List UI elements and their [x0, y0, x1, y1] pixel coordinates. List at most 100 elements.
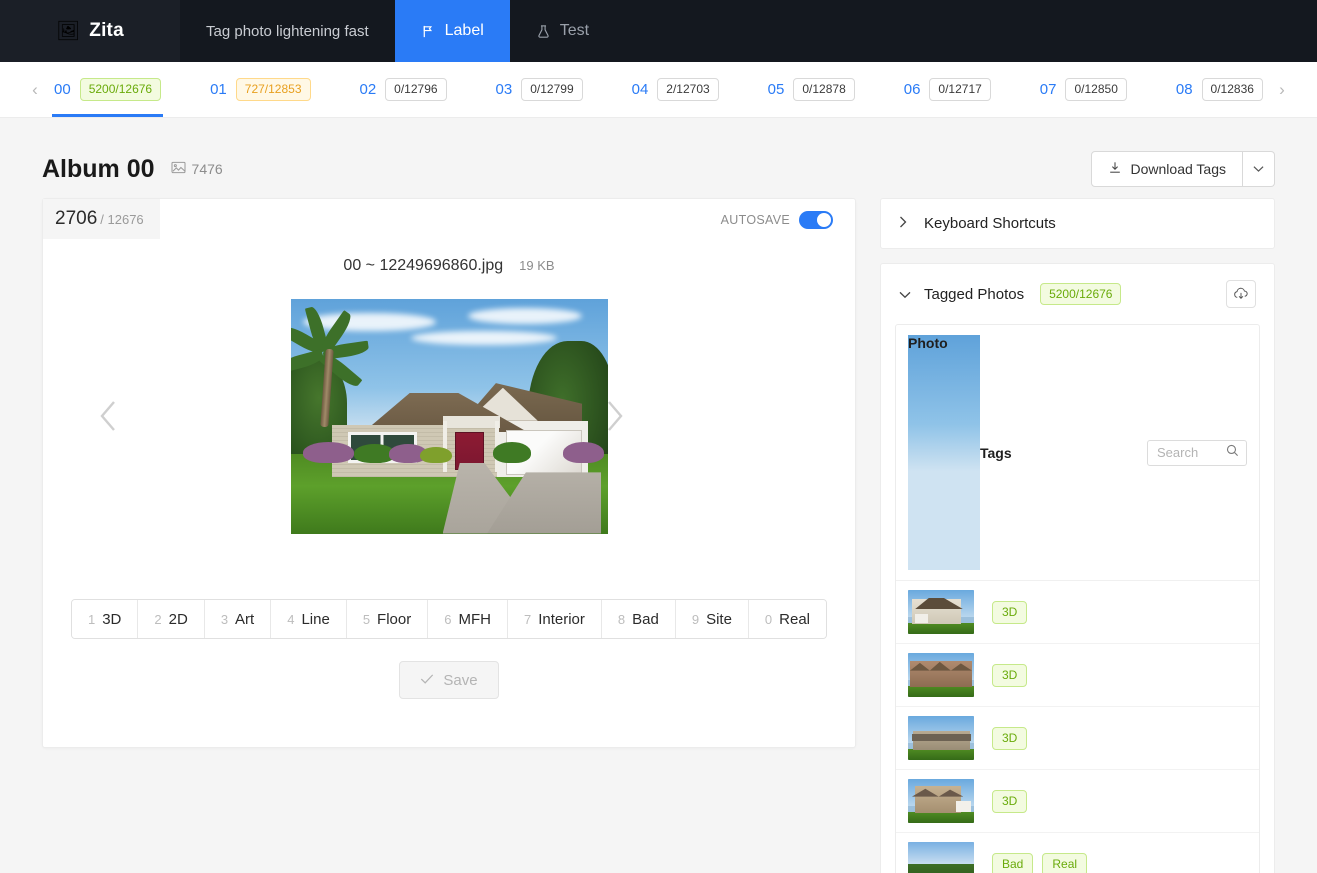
flask-icon — [536, 24, 551, 39]
tag-label: Art — [235, 610, 255, 628]
tab-number: 06 — [903, 81, 921, 98]
table-row[interactable]: 3D — [896, 707, 1259, 770]
keyboard-shortcuts-panel: Keyboard Shortcuts — [880, 198, 1275, 249]
album-header-actions: Download Tags — [1090, 151, 1275, 187]
tag-button-real[interactable]: 0 Real — [748, 600, 827, 638]
tag-button-mfh[interactable]: 6 MFH — [428, 600, 508, 638]
tag-button-line[interactable]: 4 Line — [271, 600, 347, 638]
tab-number: 05 — [767, 81, 785, 98]
chevron-down-icon — [1253, 166, 1264, 172]
tab-count-badge: 0/12717 — [929, 78, 991, 101]
cloud-download-icon[interactable] — [1226, 280, 1256, 308]
house-brick-large-thumb — [908, 653, 974, 697]
nav-item-label[interactable]: Label — [394, 0, 510, 62]
tab-album-04[interactable]: 04 2/12703 — [630, 62, 721, 117]
tag-chip: 3D — [992, 726, 1028, 750]
search-box[interactable] — [1147, 439, 1247, 466]
chevron-right-icon — [607, 401, 623, 431]
file-name: 00 ~ 12249696860.jpg — [343, 257, 504, 274]
tabs-prev-arrow[interactable]: ‹ — [22, 80, 48, 100]
main-content: Album 00 7476 Download Tags 2706 / 12676… — [0, 118, 1317, 873]
search-input[interactable] — [1155, 444, 1220, 461]
nav-item-test[interactable]: Test — [509, 0, 616, 62]
tab-count-badge: 0/12878 — [793, 78, 855, 101]
download-icon — [1108, 161, 1122, 178]
house-gray-gable-thumb — [908, 590, 974, 634]
table-row[interactable]: Bad Real — [896, 833, 1259, 873]
tag-button-site[interactable]: 9 Site — [675, 600, 749, 638]
tab-album-02[interactable]: 02 0/12796 — [357, 62, 448, 117]
save-button-label: Save — [443, 671, 478, 689]
tab-number: 01 — [210, 81, 227, 98]
table-row[interactable]: 3D — [896, 770, 1259, 833]
row-tags: 3D — [974, 789, 1028, 813]
content-columns: 2706 / 12676 AUTOSAVE 00 ~ 12249696860.j… — [22, 198, 1295, 873]
tagged-photos-table: Photo Tags Search 3D 3D 3D 3D Bad Real — [895, 324, 1260, 873]
row-tags: Bad Real — [974, 852, 1088, 873]
tab-number: 08 — [1175, 81, 1193, 98]
tag-button-floor[interactable]: 5 Floor — [346, 600, 429, 638]
tagged-photos-count-badge: 5200/12676 — [1040, 282, 1122, 306]
tabs-next-arrow[interactable]: › — [1269, 80, 1295, 100]
table-header: Photo Tags — [896, 325, 1259, 581]
flag-icon — [421, 24, 436, 39]
tag-button-art[interactable]: 3 Art — [204, 600, 272, 638]
tag-button-2d[interactable]: 2 2D — [138, 600, 205, 638]
tag-key: 7 — [523, 611, 532, 627]
tab-number: 00 — [54, 81, 71, 98]
save-button[interactable]: Save — [399, 661, 499, 699]
previous-photo-arrow[interactable] — [87, 141, 131, 691]
tag-key: 8 — [617, 611, 626, 627]
photo-viewer — [43, 291, 855, 541]
tab-count-badge: 5200/12676 — [79, 78, 162, 101]
tag-key: 4 — [287, 611, 295, 627]
tab-album-01[interactable]: 01 727/12853 — [208, 62, 312, 117]
check-icon — [420, 672, 434, 689]
tag-key: 3 — [220, 611, 229, 627]
empty-lot-field-thumb — [908, 842, 974, 873]
house-ranch-stone-thumb — [908, 716, 974, 760]
brand-name: Zita — [89, 20, 124, 41]
chevron-left-icon — [100, 401, 115, 431]
tab-count-badge: 2/12703 — [657, 78, 719, 101]
tab-album-03[interactable]: 03 0/12799 — [494, 62, 585, 117]
tag-key: 2 — [154, 611, 162, 627]
tag-chip: 3D — [992, 789, 1028, 813]
download-tags-button[interactable]: Download Tags — [1090, 151, 1243, 187]
tag-button-group: 1 3D 2 2D 3 Art 4 Line 5 Floor 6 MFH 7 I… — [70, 599, 828, 639]
tab-album-07[interactable]: 07 0/12850 — [1038, 62, 1129, 117]
tag-label: 2D — [168, 610, 188, 628]
tab-count-badge: 0/12836 — [1201, 78, 1263, 101]
image-icon — [171, 161, 186, 177]
tab-album-00[interactable]: 00 5200/12676 — [52, 62, 164, 117]
tab-number: 04 — [631, 81, 649, 98]
keyboard-shortcuts-title: Keyboard Shortcuts — [924, 215, 1056, 232]
next-photo-arrow[interactable] — [416, 394, 811, 438]
tag-buttons-row: 1 3D 2 2D 3 Art 4 Line 5 Floor 6 MFH 7 I… — [43, 599, 855, 639]
table-row[interactable]: 3D — [896, 581, 1259, 644]
tab-album-08[interactable]: 08 0/12836 — [1174, 62, 1265, 117]
download-options-caret[interactable] — [1243, 151, 1275, 187]
tab-count-badge: 0/12796 — [385, 78, 447, 101]
viewer-toolbar: 2706 / 12676 AUTOSAVE — [43, 199, 855, 243]
brand-logo[interactable]: 🖼 Zita — [0, 0, 180, 62]
tab-album-05[interactable]: 05 0/12878 — [766, 62, 857, 117]
tagged-photos-title: Tagged Photos — [924, 285, 1025, 303]
autosave-toggle[interactable] — [799, 211, 833, 229]
tag-key: 9 — [691, 611, 700, 627]
tagline: Tag photo lightening fast — [180, 0, 395, 62]
tag-chip: Bad — [992, 852, 1034, 873]
table-row[interactable]: 3D — [896, 644, 1259, 707]
keyboard-shortcuts-header[interactable]: Keyboard Shortcuts — [881, 199, 1274, 248]
tagged-photos-header[interactable]: Tagged Photos 5200/12676 — [881, 264, 1274, 324]
album-photo-count: 7476 — [171, 161, 223, 177]
tab-count-badge: 0/12799 — [521, 78, 583, 101]
tag-button-interior[interactable]: 7 Interior — [507, 600, 602, 638]
row-tags: 3D — [974, 726, 1028, 750]
tag-button-bad[interactable]: 8 Bad — [601, 600, 676, 638]
file-size: 19 KB — [519, 258, 555, 273]
tag-label: Site — [706, 610, 732, 628]
labeling-panel: 2706 / 12676 AUTOSAVE 00 ~ 12249696860.j… — [42, 198, 856, 748]
tag-label: Interior — [538, 610, 585, 628]
tab-album-06[interactable]: 06 0/12717 — [902, 62, 993, 117]
